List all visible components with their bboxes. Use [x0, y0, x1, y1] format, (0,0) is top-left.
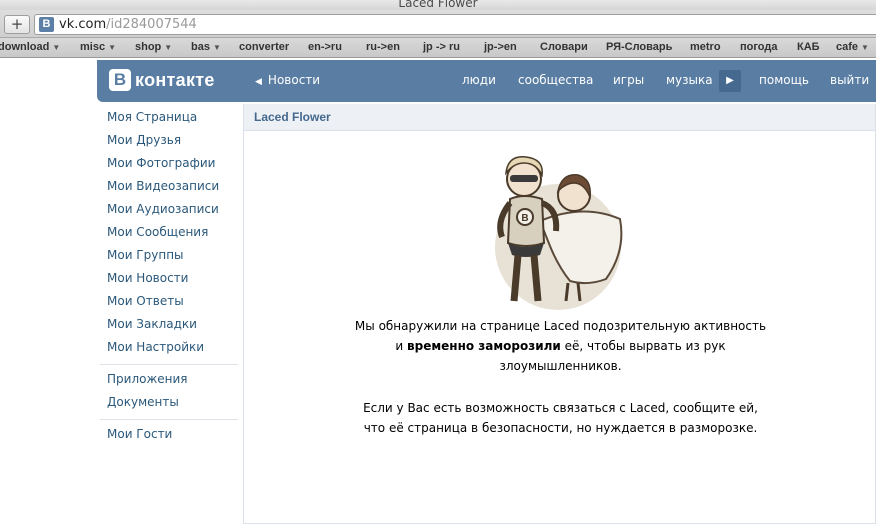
- bookmark-label: cafe: [836, 41, 859, 53]
- block-message: Мы обнаружили на странице Laced подозрит…: [284, 316, 837, 376]
- message-line-4: Если у Вас есть возможность связаться с …: [363, 401, 758, 415]
- message-line-1: Мы обнаружили на странице Laced подозрит…: [354, 319, 767, 333]
- window-title: Laced Flower: [398, 0, 478, 10]
- vk-logo-text: контакте: [135, 69, 215, 90]
- caret-down-icon: ▼: [52, 43, 61, 52]
- bookmark-item[interactable]: converter: [239, 41, 289, 53]
- left-menu-item[interactable]: Приложения: [100, 369, 238, 392]
- content-title: Laced Flower: [244, 104, 875, 131]
- bookmark-label: shop: [135, 41, 162, 53]
- left-menu-item[interactable]: Мои Новости: [100, 268, 238, 291]
- bookmark-item[interactable]: jp->en: [484, 41, 517, 53]
- bookmark-label: download: [0, 41, 50, 53]
- vk-favicon-icon: B: [39, 17, 54, 32]
- bookmark-item[interactable]: КАБ: [797, 41, 820, 53]
- message-line-2-post: её, чтобы вырвать из рук: [560, 339, 726, 353]
- caret-down-icon: ▼: [861, 43, 869, 52]
- vk-logo[interactable]: B контакте: [109, 69, 215, 91]
- triangle-left-icon: ◀: [255, 77, 262, 87]
- left-menu-item[interactable]: Мои Аудиозаписи: [100, 199, 238, 222]
- message-line-3: злоумышленников.: [499, 359, 622, 373]
- url-domain: vk.com: [59, 17, 107, 32]
- bookmark-label: погода: [740, 41, 778, 53]
- message-line-5: что её страница в безопасности, но нужда…: [363, 421, 758, 435]
- left-menu-item[interactable]: Мои Друзья: [100, 130, 238, 153]
- bookmark-item[interactable]: misc ▼: [80, 41, 116, 53]
- left-menu-item[interactable]: Мои Закладки: [100, 314, 238, 337]
- bookmark-item[interactable]: ru->en: [366, 41, 400, 53]
- superhero-illustration: B: [495, 156, 623, 310]
- bookmark-item[interactable]: en->ru: [308, 41, 342, 53]
- window-titlebar: Laced Flower: [0, 0, 876, 10]
- topnav-link[interactable]: сообщества: [518, 73, 593, 87]
- address-text: vk.com/id284007544: [59, 17, 197, 32]
- bookmark-label: Словари: [540, 41, 588, 53]
- bookmark-label: en->ru: [308, 41, 342, 53]
- menu-divider: [100, 364, 238, 365]
- left-menu-item[interactable]: Мои Настройки: [100, 337, 238, 360]
- bookmark-item[interactable]: РЯ-Словарь: [606, 41, 672, 53]
- caret-down-icon: ▼: [164, 43, 173, 52]
- message-line-2: и временно заморозили её, чтобы вырвать …: [284, 336, 837, 356]
- menu-divider: [100, 419, 238, 420]
- bookmark-label: КАБ: [797, 41, 820, 53]
- bookmark-label: misc: [80, 41, 106, 53]
- left-menu-item[interactable]: Мои Группы: [100, 245, 238, 268]
- left-menu-item[interactable]: Моя Страница: [100, 107, 238, 130]
- svg-text:B: B: [521, 213, 528, 224]
- bookmark-label: РЯ-Словарь: [606, 41, 673, 53]
- bookmark-label: jp->en: [484, 41, 517, 53]
- url-path: /id284007544: [106, 17, 197, 32]
- left-menu-item[interactable]: Мои Фотографии: [100, 153, 238, 176]
- browser-toolbar: + B vk.com/id284007544: [0, 10, 876, 38]
- triangle-right-icon: ▶: [726, 75, 734, 86]
- bookmark-item[interactable]: Словари: [540, 41, 588, 53]
- message-line-2-pre: и: [395, 339, 408, 353]
- message-bold-text: временно заморозили: [407, 339, 561, 353]
- bookmark-label: jp -> ru: [423, 41, 460, 53]
- news-link[interactable]: ◀ Новости: [255, 73, 320, 87]
- left-menu: Моя Страница Мои Друзья Мои Фотографии Мои …: [100, 107, 238, 447]
- bookmark-item[interactable]: download ▼: [0, 41, 60, 53]
- bookmark-label: bas: [191, 41, 210, 53]
- address-bar[interactable]: B vk.com/id284007544: [34, 14, 876, 35]
- left-menu-item[interactable]: Мои Сообщения: [100, 222, 238, 245]
- bookmark-item[interactable]: metro: [690, 41, 721, 53]
- bookmark-item[interactable]: shop ▼: [135, 41, 172, 53]
- add-bookmark-button[interactable]: +: [4, 15, 30, 34]
- left-menu-item[interactable]: Мои Гости: [100, 424, 238, 447]
- bookmark-label: converter: [239, 41, 290, 53]
- caret-down-icon: ▼: [212, 43, 221, 52]
- left-menu-item[interactable]: Документы: [100, 392, 238, 415]
- topnav-link[interactable]: игры: [613, 73, 644, 87]
- left-menu-item[interactable]: Мои Видеозаписи: [100, 176, 238, 199]
- bookmark-label: metro: [690, 41, 721, 53]
- bookmark-label: ru->en: [366, 41, 400, 53]
- vk-header: B контакте ◀ Новости люди сообщества игры му…: [97, 60, 876, 102]
- vk-logo-icon: B: [109, 69, 131, 91]
- contact-message: Если у Вас есть возможность связаться с …: [284, 398, 837, 438]
- bookmark-item[interactable]: jp -> ru: [423, 41, 460, 53]
- topnav-link[interactable]: помощь: [759, 73, 809, 87]
- news-label: Новости: [267, 73, 321, 87]
- more-menu-button[interactable]: ▶: [719, 70, 741, 92]
- caret-down-icon: ▼: [108, 43, 116, 52]
- topnav-link[interactable]: музыка: [666, 73, 713, 87]
- bookmarks-bar: download ▼ misc ▼ shop ▼ bas ▼ converter en->ru ru…: [0, 38, 876, 58]
- main-content: Laced Flower B Мы обнаружили на странице…: [243, 104, 876, 524]
- bookmark-item[interactable]: погода: [740, 41, 777, 53]
- bookmark-item[interactable]: bas ▼: [191, 41, 221, 53]
- bookmark-item[interactable]: cafe ▼: [836, 41, 869, 53]
- topnav-link[interactable]: выйти: [830, 73, 869, 87]
- topnav-link[interactable]: люди: [462, 73, 496, 87]
- left-menu-item[interactable]: Мои Ответы: [100, 291, 238, 314]
